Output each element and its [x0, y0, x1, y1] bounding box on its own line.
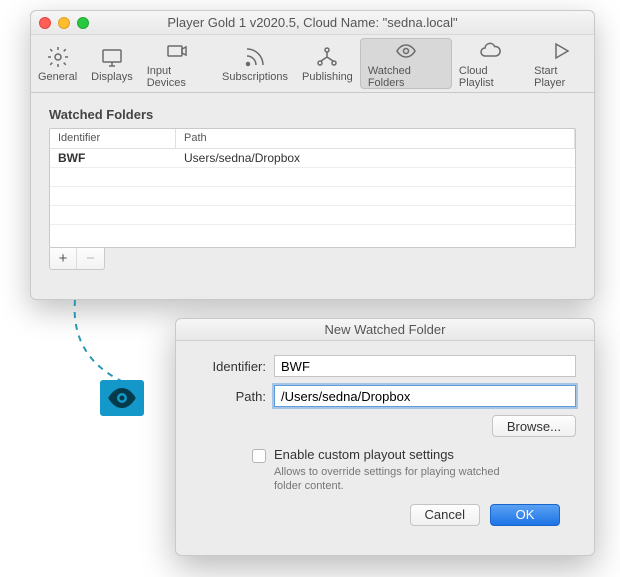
monitor-icon [100, 45, 124, 69]
tab-publishing[interactable]: Publishing [295, 35, 360, 92]
tab-label: Subscriptions [222, 71, 288, 83]
tab-general[interactable]: General [31, 35, 84, 92]
cell-identifier: BWF [50, 149, 176, 167]
new-watched-folder-dialog: New Watched Folder Identifier: Path: Bro… [175, 318, 595, 556]
dialog-title: New Watched Folder [176, 319, 594, 341]
col-path[interactable]: Path [176, 129, 575, 148]
path-label: Path: [194, 389, 274, 404]
remove-button[interactable]: − [77, 248, 104, 269]
titlebar: Player Gold 1 v2020.5, Cloud Name: "sedn… [31, 11, 594, 35]
tab-label: Watched Folders [368, 65, 444, 89]
start-player-button[interactable]: Start Player [527, 35, 594, 92]
tab-displays[interactable]: Displays [84, 35, 140, 92]
watched-folders-table: Identifier Path BWF Users/sedna/Dropbox … [49, 128, 576, 248]
path-row: Path: [194, 385, 576, 407]
tab-label: Publishing [302, 71, 353, 83]
table-footer: + − [49, 248, 105, 270]
path-field[interactable] [274, 385, 576, 407]
cancel-button[interactable]: Cancel [410, 504, 480, 526]
section-title: Watched Folders [49, 107, 576, 122]
tab-input-devices[interactable]: Input Devices [140, 35, 215, 92]
preferences-window: Player Gold 1 v2020.5, Cloud Name: "sedn… [30, 10, 595, 300]
ok-button[interactable]: OK [490, 504, 560, 526]
network-icon [315, 45, 339, 69]
zoom-icon[interactable] [77, 17, 89, 29]
identifier-row: Identifier: [194, 355, 576, 377]
cloud-icon [478, 39, 502, 63]
camera-icon [165, 39, 189, 63]
browse-button[interactable]: Browse... [492, 415, 576, 437]
browse-row: Browse... [194, 415, 576, 437]
tab-label: General [38, 71, 77, 83]
dialog-form: Identifier: Path: Browse... Enable custo… [176, 341, 594, 536]
minimize-icon[interactable] [58, 17, 70, 29]
enable-checkbox-subtext: Allows to override settings for playing … [274, 465, 524, 494]
enable-checkbox-row: Enable custom playout settings [252, 447, 576, 463]
dialog-actions: Cancel OK [194, 494, 576, 526]
identifier-label: Identifier: [194, 359, 274, 374]
tab-label: Displays [91, 71, 133, 83]
identifier-field[interactable] [274, 355, 576, 377]
col-identifier[interactable]: Identifier [50, 129, 176, 148]
window-title: Player Gold 1 v2020.5, Cloud Name: "sedn… [89, 15, 536, 30]
tab-label: Start Player [534, 65, 587, 89]
gear-icon [46, 45, 70, 69]
eye-folder-icon [394, 39, 418, 63]
rss-icon [243, 45, 267, 69]
enable-checkbox-label: Enable custom playout settings [274, 447, 454, 462]
table-row[interactable]: . [50, 225, 575, 244]
tab-label: Cloud Playlist [459, 65, 520, 89]
table-row[interactable]: . [50, 187, 575, 206]
tab-watched-folders[interactable]: Watched Folders [360, 38, 452, 89]
table-row[interactable]: . [50, 206, 575, 225]
enable-checkbox[interactable] [252, 449, 266, 463]
table-row[interactable]: . [50, 168, 575, 187]
watched-folders-panel: Watched Folders Identifier Path BWF User… [31, 93, 594, 284]
toolbar: General Displays Input Devices Subscript… [31, 35, 594, 93]
add-button[interactable]: + [50, 248, 77, 269]
close-icon[interactable] [39, 17, 51, 29]
tab-label: Input Devices [147, 65, 208, 89]
table-header: Identifier Path [50, 129, 575, 149]
table-row[interactable]: BWF Users/sedna/Dropbox [50, 149, 575, 168]
play-icon [549, 39, 573, 63]
tab-subscriptions[interactable]: Subscriptions [215, 35, 295, 92]
watched-folder-badge-icon [100, 380, 144, 416]
tab-cloud-playlist[interactable]: Cloud Playlist [452, 35, 527, 92]
cell-path: Users/sedna/Dropbox [176, 149, 575, 167]
traffic-lights [39, 17, 89, 29]
